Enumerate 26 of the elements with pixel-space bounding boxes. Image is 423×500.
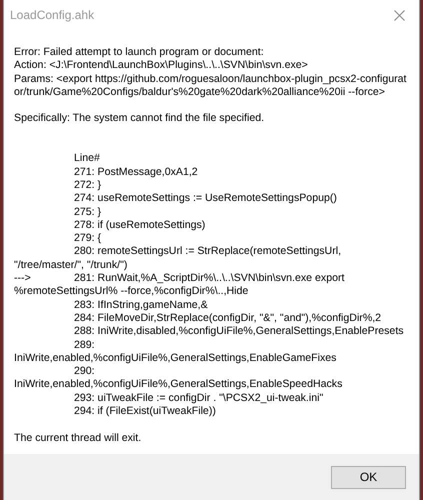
code-line: 274: useRemoteSettings := UseRemoteSettingsPopup()	[74, 192, 337, 204]
window-title: LoadConfig.ahk	[10, 7, 94, 24]
current-line-marker: --->	[14, 272, 31, 284]
code-line: 293: uiTweakFile := configDir . "\PCSX2_ui-tweak.ini"	[74, 392, 324, 404]
code-line: 294: if (FileExist(uiTweakFile))	[74, 405, 216, 418]
code-line: 271: PostMessage,0xA1,2	[74, 166, 198, 178]
message-text: Error: Failed attempt to launch program or document:	[14, 46, 265, 60]
code-line: 281: RunWait,%A_ScriptDir%\..\..\SVN\bin\svn.exe export	[74, 272, 344, 284]
code-line: 275: }	[74, 206, 102, 218]
message-text: Specifically: The system cannot find the file specified.	[14, 112, 266, 126]
code-line: 289: IniWrite,enabled,%configUiFile%,GeneralSettings,EnableGameFixes	[14, 338, 336, 364]
code-line: 284: FileMoveDir,StrReplace(configDir, "&", "and"),%configDir%,2	[74, 312, 382, 324]
code-line: 279: {	[74, 232, 102, 244]
listing-header: Line#	[73, 152, 101, 166]
close-icon	[394, 10, 404, 20]
code-line: 290: IniWrite,enabled,%configUiFile%,GeneralSettings,EnableSpeedHacks	[14, 365, 342, 390]
ok-button[interactable]: OK	[331, 466, 406, 488]
code-line: 288: IniWrite,disabled,%configUiFile%,GeneralSettings,EnablePresets	[74, 325, 404, 338]
message-text: The current thread will exit.	[14, 432, 142, 445]
message-text: Action: <J:\Frontend\LaunchBox\Plugins\..\..\SVN\bin\svn.exe>	[14, 59, 309, 73]
code-line: 272: }	[74, 178, 102, 191]
code-line: %remoteSettingsUrl% --force,%configDir%\..,Hide	[14, 285, 250, 299]
message-text: Params: <export https://github.com/roguesaloon/launchbox-plugin_pcsx2-configurator/trunk/Game%20Configs/baldur's%20gate%20dark%20alliance%20ii --force>	[14, 72, 408, 100]
code-line: 283: IfInString,gameName,&	[74, 298, 208, 311]
code-line: 278: if (useRemoteSettings)	[74, 218, 206, 231]
code-line: 280: remoteSettingsUrl := StrReplace(remoteSettingsUrl, "/tree/master/", "/trunk/")	[14, 245, 342, 271]
